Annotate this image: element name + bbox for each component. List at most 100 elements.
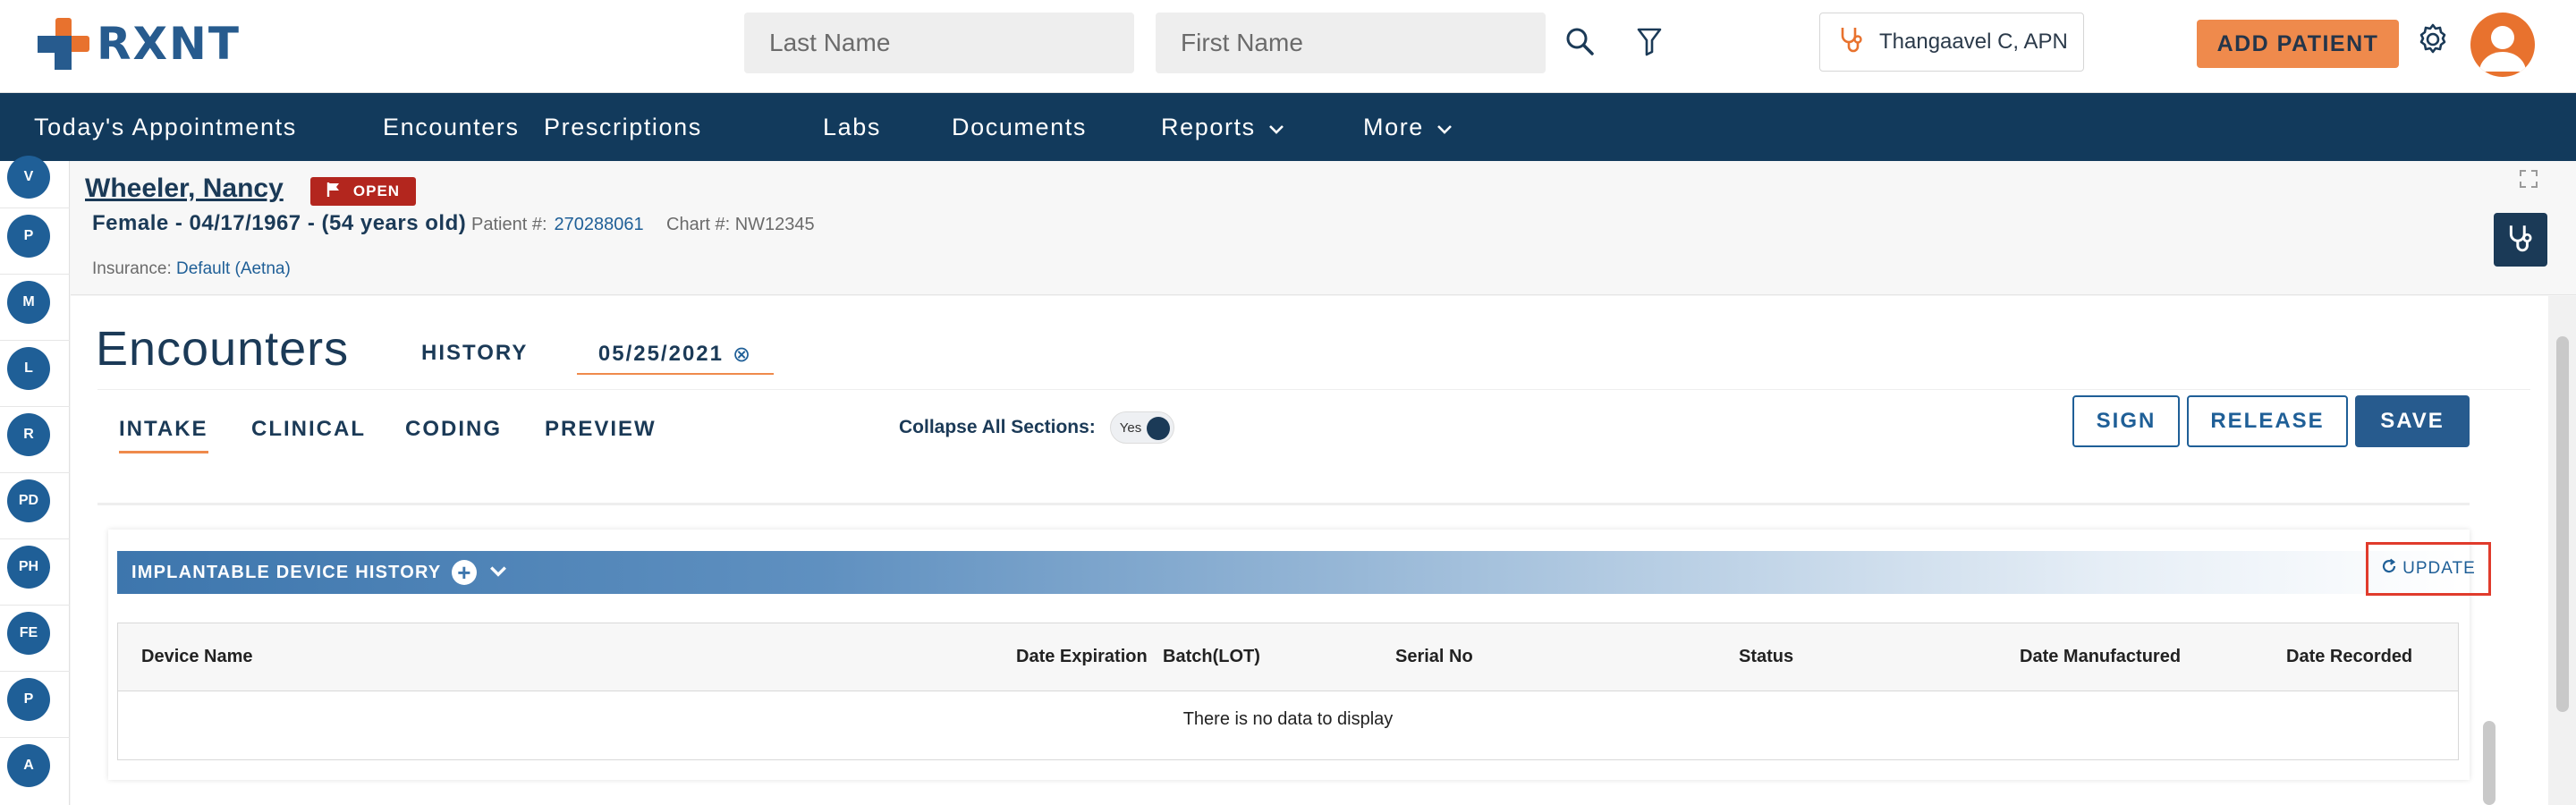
chevron-down-icon bbox=[1436, 114, 1453, 141]
main-nav: Today's Appointments Encounters Prescrip… bbox=[0, 93, 2576, 161]
nav-documents[interactable]: Documents bbox=[952, 93, 1087, 161]
update-button[interactable]: UPDATE bbox=[2366, 542, 2491, 596]
flag-icon bbox=[326, 182, 341, 202]
chevron-down-icon bbox=[1268, 114, 1284, 141]
column-header-batch-lot[interactable]: Batch(LOT) bbox=[1163, 647, 1260, 667]
rxnt-logo[interactable]: RXNT bbox=[36, 16, 241, 72]
app-header: RXNT Thangaavel C, APN ADD PATIENT bbox=[0, 0, 2576, 93]
rail-button-a[interactable]: A bbox=[7, 744, 50, 787]
stethoscope-icon bbox=[2506, 223, 2535, 258]
nav-prescriptions[interactable]: Prescriptions bbox=[544, 93, 702, 161]
rail-button-m[interactable]: M bbox=[7, 281, 50, 324]
nav-label: Labs bbox=[823, 113, 881, 140]
section-title: IMPLANTABLE DEVICE HISTORY bbox=[131, 562, 442, 582]
rail-button-r[interactable]: R bbox=[7, 413, 50, 456]
patient-banner: Wheeler, Nancy OPEN Female - 04/17/1967 … bbox=[71, 161, 2576, 295]
stethoscope-panel-button[interactable] bbox=[2494, 213, 2547, 267]
rail-button-v[interactable]: V bbox=[7, 156, 50, 199]
add-device-icon[interactable]: + bbox=[452, 560, 478, 585]
toggle-knob bbox=[1146, 417, 1170, 440]
page-title: Encounters bbox=[96, 322, 350, 376]
device-table: Device Name Date Expiration Batch(LOT) S… bbox=[117, 623, 2459, 760]
tab-clinical[interactable]: CLINICAL bbox=[251, 417, 366, 442]
page-scrollbar-thumb[interactable] bbox=[2556, 336, 2569, 712]
toggle-label: Yes bbox=[1119, 419, 1142, 436]
rail-button-p[interactable]: P bbox=[7, 215, 50, 258]
user-avatar[interactable] bbox=[2470, 13, 2535, 77]
table-header: Device Name Date Expiration Batch(LOT) S… bbox=[118, 623, 2458, 691]
tab-coding[interactable]: CODING bbox=[405, 417, 502, 442]
rail-button-pd[interactable]: PD bbox=[7, 479, 50, 522]
rail-button-l[interactable]: L bbox=[7, 347, 50, 390]
filter-icon[interactable] bbox=[1630, 21, 1669, 61]
tab-encounter-date[interactable]: 05/25/2021 ⊗ bbox=[577, 335, 774, 375]
add-patient-button[interactable]: ADD PATIENT bbox=[2197, 20, 2399, 68]
chart-number: Chart #: NW12345 bbox=[666, 215, 815, 235]
stethoscope-icon bbox=[1838, 25, 1865, 60]
provider-selector[interactable]: Thangaavel C, APN bbox=[1819, 13, 2084, 72]
patient-number: Patient #: 270288061 bbox=[471, 215, 644, 235]
insurance-link[interactable]: Default (Aetna) bbox=[176, 259, 291, 278]
nav-label: Reports bbox=[1161, 113, 1256, 140]
rail-button-fe[interactable]: FE bbox=[7, 612, 50, 655]
tab-history[interactable]: HISTORY bbox=[421, 341, 528, 366]
collapse-label: Collapse All Sections: bbox=[899, 417, 1096, 437]
section-header[interactable]: IMPLANTABLE DEVICE HISTORY + bbox=[117, 551, 2461, 594]
nav-todays-appointments[interactable]: Today's Appointments bbox=[34, 93, 297, 161]
first-name-input[interactable] bbox=[1156, 13, 1546, 73]
column-header-device-name[interactable]: Device Name bbox=[141, 647, 253, 667]
left-rail: V P M L R PD PH FE P A bbox=[0, 156, 70, 805]
rail-divider bbox=[0, 406, 70, 407]
last-name-input[interactable] bbox=[744, 13, 1134, 73]
column-header-serial-no[interactable]: Serial No bbox=[1395, 647, 1473, 667]
chart-number-value: NW12345 bbox=[734, 215, 815, 234]
inner-scrollbar-thumb[interactable] bbox=[2483, 721, 2496, 805]
patient-number-label: Patient #: bbox=[471, 215, 547, 234]
patient-name-link[interactable]: Wheeler, Nancy bbox=[85, 174, 284, 204]
tab-intake[interactable]: INTAKE bbox=[119, 417, 208, 453]
release-button[interactable]: RELEASE bbox=[2187, 395, 2348, 447]
nav-labs[interactable]: Labs bbox=[823, 93, 881, 161]
rail-divider bbox=[0, 737, 70, 738]
tab-preview[interactable]: PREVIEW bbox=[545, 417, 657, 442]
collapse-toggle[interactable]: Yes bbox=[1109, 411, 1174, 444]
column-header-date-manufactured[interactable]: Date Manufactured bbox=[2020, 647, 2181, 667]
save-button[interactable]: SAVE bbox=[2355, 395, 2470, 447]
rail-divider bbox=[0, 472, 70, 473]
rail-button-ph[interactable]: PH bbox=[7, 546, 50, 589]
status-badge: OPEN bbox=[310, 177, 416, 206]
expand-icon[interactable] bbox=[2518, 168, 2539, 194]
rail-divider bbox=[0, 605, 70, 606]
patient-number-value[interactable]: 270288061 bbox=[555, 215, 644, 234]
column-header-date-expiration[interactable]: Date Expiration bbox=[1016, 647, 1148, 667]
update-label: UPDATE bbox=[2402, 559, 2476, 578]
section-divider bbox=[97, 503, 2470, 505]
encounter-card: INTAKE CLINICAL CODING PREVIEW Collapse … bbox=[97, 389, 2530, 805]
provider-name: Thangaavel C, APN bbox=[1879, 30, 2068, 54]
search-icon[interactable] bbox=[1560, 21, 1599, 61]
column-header-date-recorded[interactable]: Date Recorded bbox=[2286, 647, 2412, 667]
rail-divider bbox=[0, 671, 70, 672]
nav-encounters[interactable]: Encounters bbox=[383, 93, 520, 161]
nav-label: More bbox=[1363, 113, 1424, 140]
column-header-status[interactable]: Status bbox=[1739, 647, 1793, 667]
nav-label: Prescriptions bbox=[544, 113, 702, 140]
encounter-main: Encounters HISTORY 05/25/2021 ⊗ INTAKE C… bbox=[71, 296, 2548, 805]
nav-label: Documents bbox=[952, 113, 1087, 140]
nav-more[interactable]: More bbox=[1363, 93, 1453, 161]
gear-icon[interactable] bbox=[2415, 21, 2451, 62]
patient-summary: Female - 04/17/1967 - (54 years old) bbox=[92, 211, 467, 235]
rail-divider bbox=[0, 274, 70, 275]
logo-cross-icon bbox=[36, 16, 91, 72]
nav-reports[interactable]: Reports bbox=[1161, 93, 1284, 161]
status-text: OPEN bbox=[352, 182, 401, 199]
tab-date-label: 05/25/2021 bbox=[597, 342, 724, 366]
insurance-info: Insurance: Default (Aetna) bbox=[92, 259, 291, 279]
chart-number-label: Chart #: bbox=[666, 215, 731, 234]
chevron-down-icon[interactable] bbox=[489, 563, 507, 583]
rail-divider bbox=[0, 538, 70, 539]
empty-table-message: There is no data to display bbox=[1182, 709, 1394, 729]
rail-button-p2[interactable]: P bbox=[7, 678, 50, 721]
close-circle-icon[interactable]: ⊗ bbox=[733, 342, 752, 368]
sign-button[interactable]: SIGN bbox=[2072, 395, 2180, 447]
